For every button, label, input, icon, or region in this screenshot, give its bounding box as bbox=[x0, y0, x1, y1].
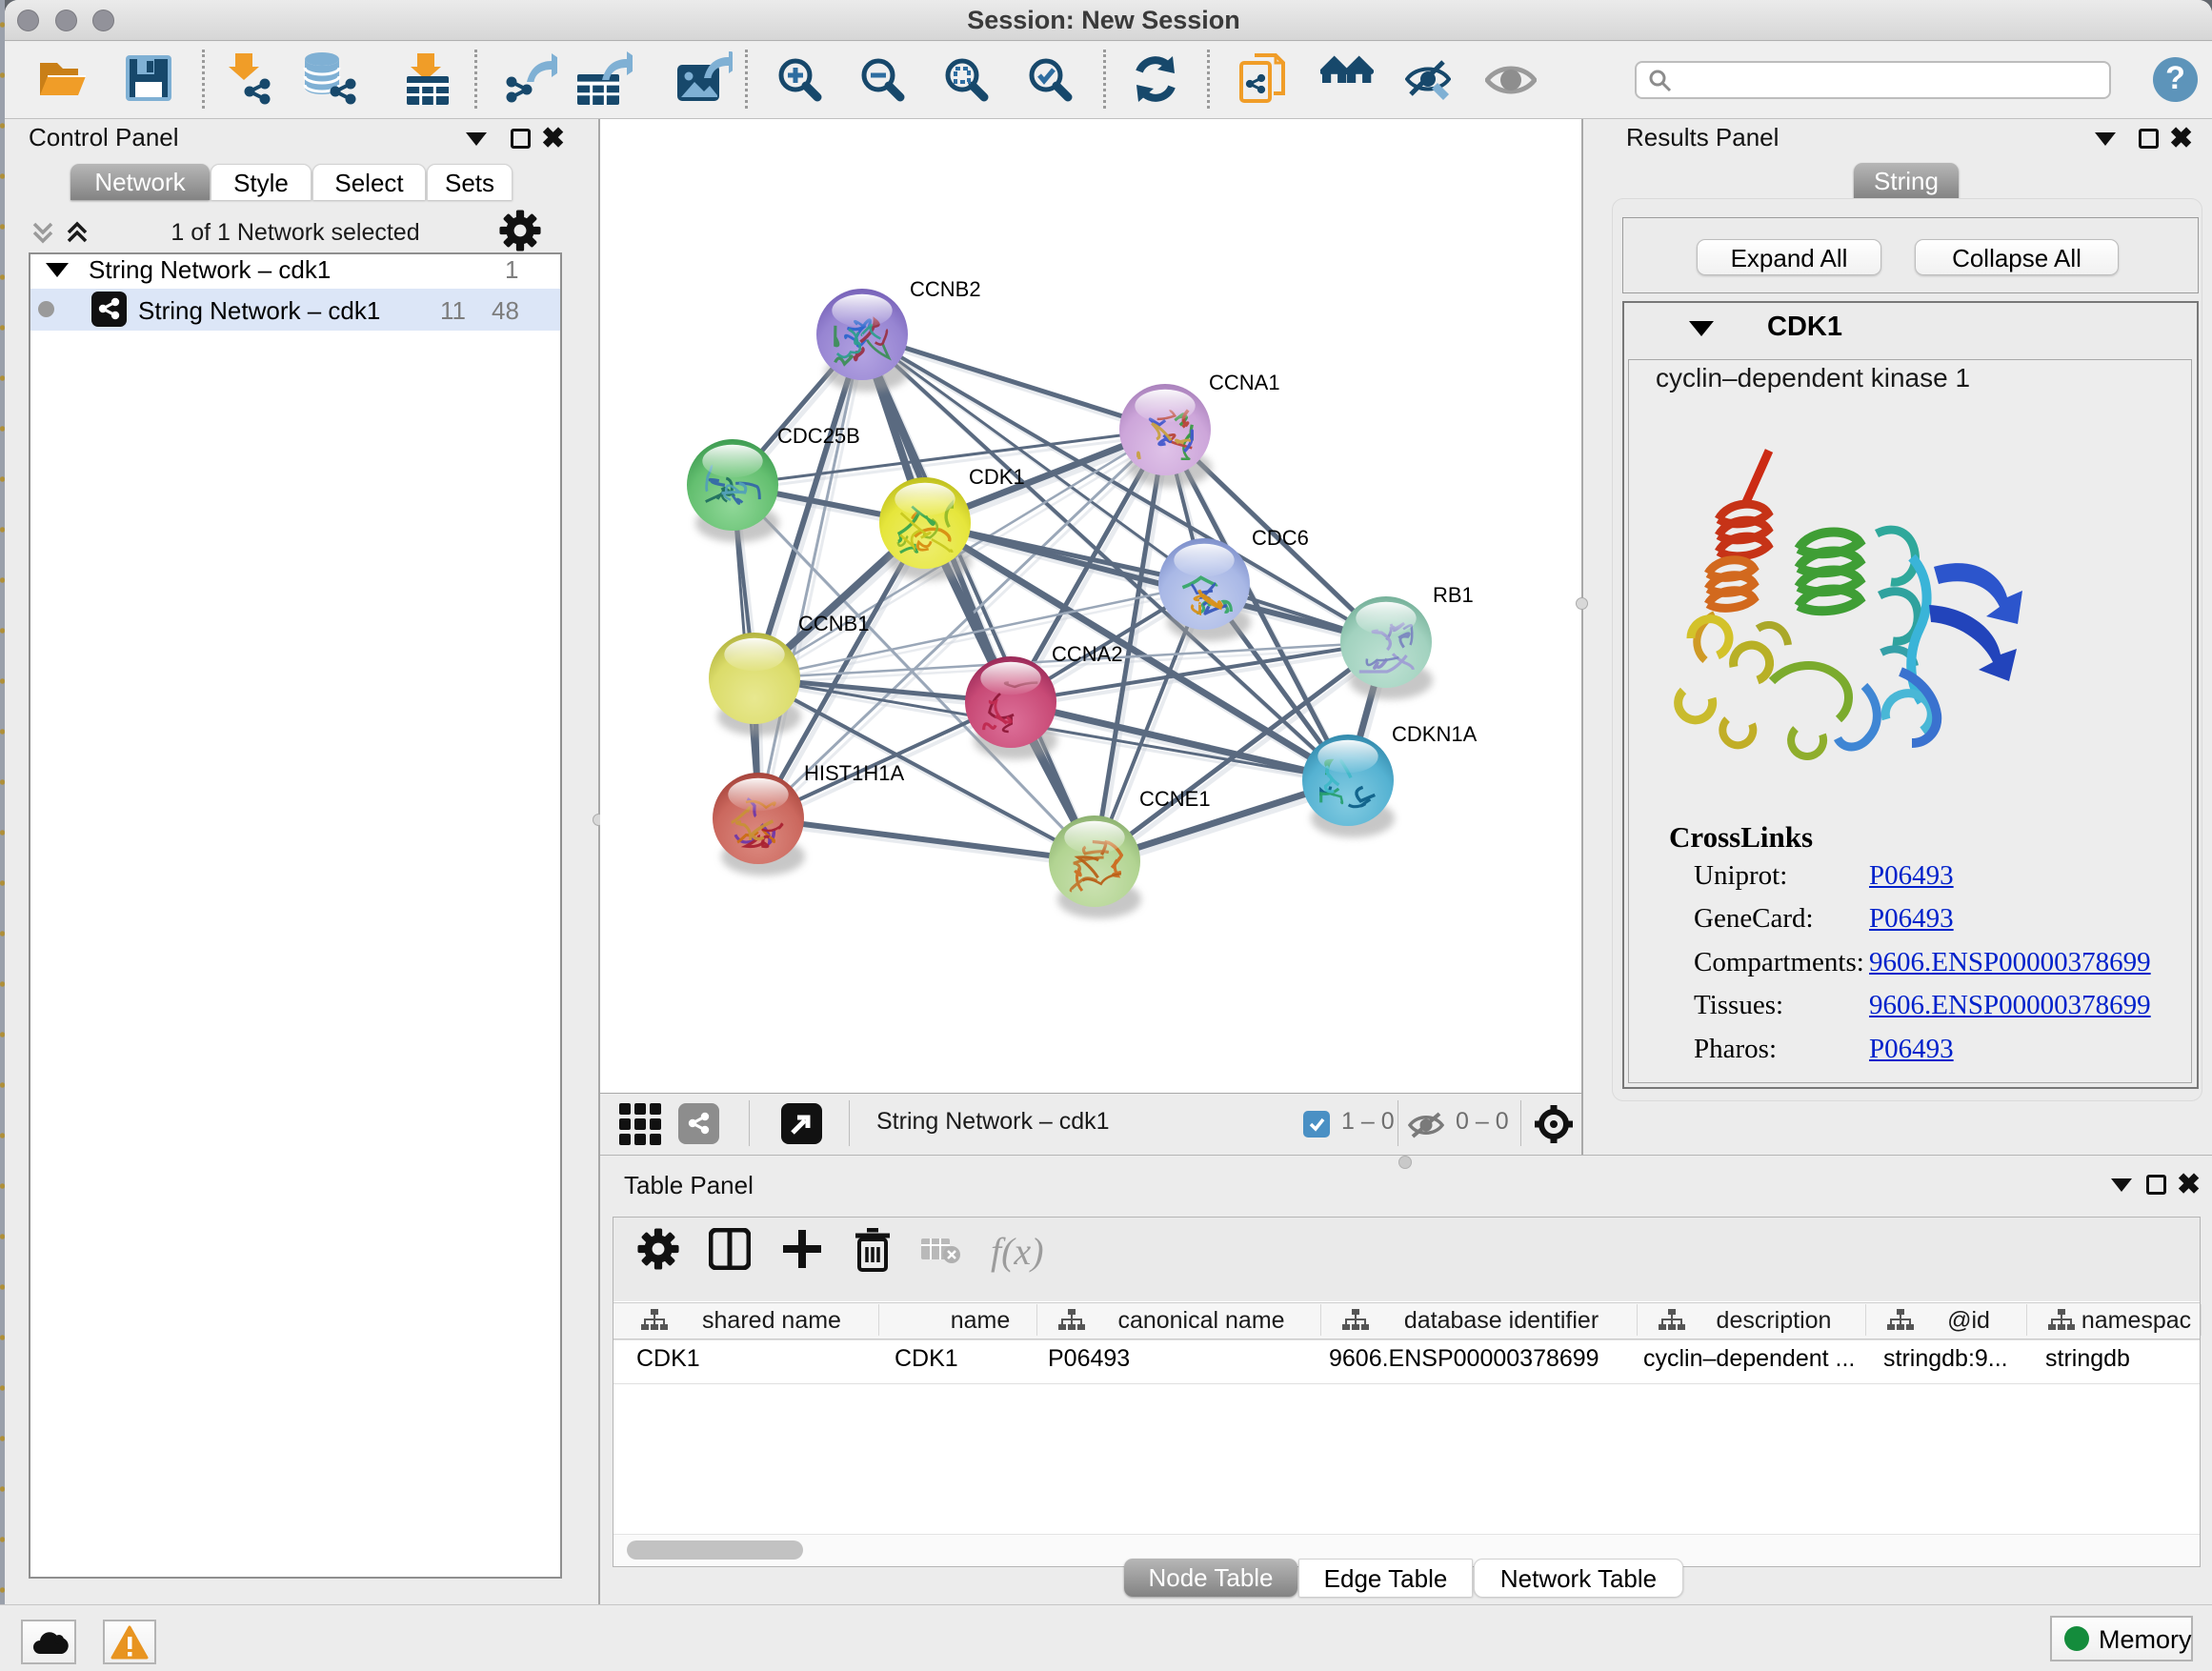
svg-text:CDC6: CDC6 bbox=[1252, 526, 1309, 550]
svg-text:CCNA1: CCNA1 bbox=[1209, 371, 1280, 394]
svg-text:CDKN1A: CDKN1A bbox=[1392, 722, 1478, 746]
svg-text:CDK1: CDK1 bbox=[969, 465, 1025, 489]
svg-text:HIST1H1A: HIST1H1A bbox=[804, 761, 904, 785]
svg-text:CCNA2: CCNA2 bbox=[1052, 642, 1123, 666]
svg-text:CCNB1: CCNB1 bbox=[798, 612, 870, 635]
svg-text:CCNB2: CCNB2 bbox=[910, 277, 981, 301]
svg-text:CDC25B: CDC25B bbox=[777, 424, 860, 448]
svg-text:CCNE1: CCNE1 bbox=[1139, 787, 1211, 811]
svg-text:RB1: RB1 bbox=[1433, 583, 1474, 607]
